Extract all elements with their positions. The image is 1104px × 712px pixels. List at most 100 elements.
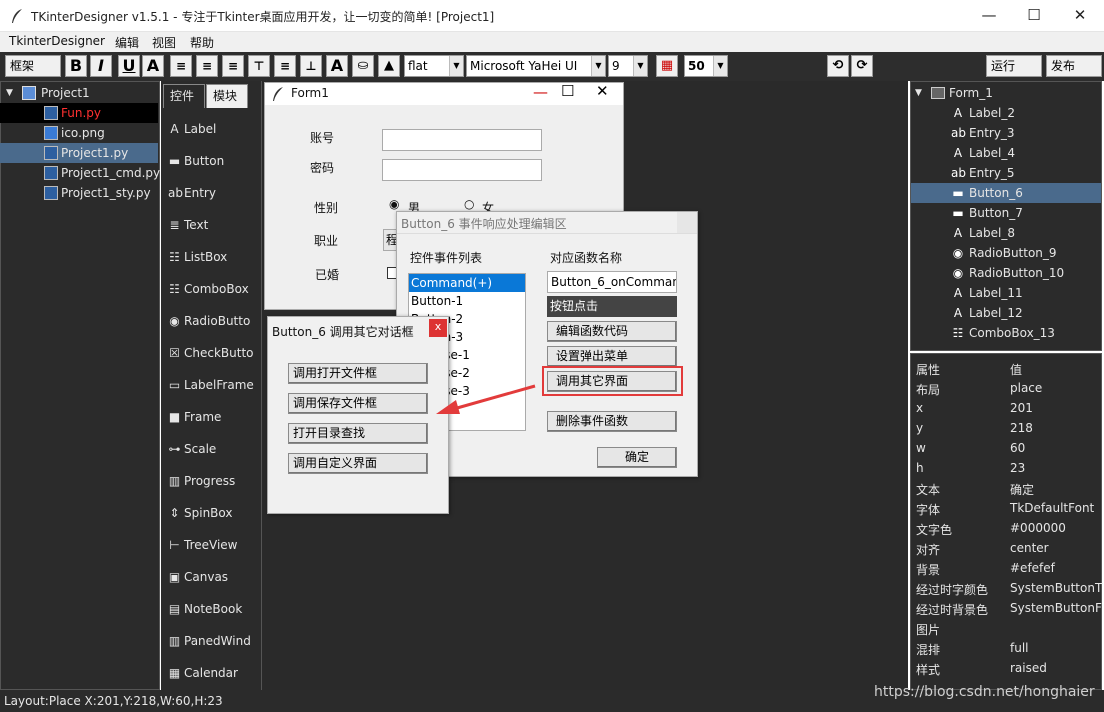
align-right-icon[interactable]: ≡ — [222, 55, 244, 77]
call-dialog-button[interactable]: 调用打开文件框 — [288, 363, 428, 384]
align-left-icon[interactable]: ≡ — [170, 55, 192, 77]
prop-value[interactable]: 确定 — [1010, 481, 1034, 498]
call-other-button[interactable]: 调用其它界面 — [547, 371, 677, 392]
prop-value[interactable]: 23 — [1010, 461, 1025, 475]
form-tree-item[interactable]: A Label_12 — [911, 303, 1101, 323]
form-tree-item[interactable]: ▬ Button_7 — [911, 203, 1101, 223]
tab-controls[interactable]: 控件 — [163, 84, 205, 108]
form-tree-item[interactable]: A Label_8 — [911, 223, 1101, 243]
project-file-item[interactable]: Fun.py — [0, 103, 158, 123]
form-tree-item[interactable]: A Label_11 — [911, 283, 1101, 303]
palette-item-calendar[interactable]: ▦ Calendar — [164, 657, 261, 689]
frame-button[interactable]: 框架 — [5, 55, 61, 77]
project-root[interactable]: ▼ Project1 — [0, 83, 158, 103]
palette-item-button[interactable]: ▬ Button — [164, 145, 261, 177]
menu-edit[interactable]: 编辑 — [115, 34, 139, 51]
palette-item-treeview[interactable]: ⊢ TreeView — [164, 529, 261, 561]
grid-icon[interactable]: ▦ — [656, 55, 678, 77]
paint-bucket-icon[interactable]: ⛀ — [352, 55, 374, 77]
form-tree-item[interactable]: A Label_2 — [911, 103, 1101, 123]
form-tree-item[interactable]: A Label_4 — [911, 143, 1101, 163]
valign-top-icon[interactable]: ⊤ — [248, 55, 270, 77]
font-color-button[interactable]: A — [142, 55, 164, 77]
valign-bottom-icon[interactable]: ⊥ — [300, 55, 322, 77]
maximize-button[interactable]: ☐ — [1011, 0, 1057, 32]
popup-menu-button[interactable]: 设置弹出菜单 — [547, 346, 677, 367]
event-list-item[interactable]: Button-1 — [409, 292, 525, 310]
palette-item-label[interactable]: A Label — [164, 113, 261, 145]
palette-item-progress[interactable]: ▥ Progress — [164, 465, 261, 497]
call-dialog-button[interactable]: 打开目录查找 — [288, 423, 428, 444]
project-file-item[interactable]: Project1.py — [0, 143, 158, 163]
palette-item-frame[interactable]: ■ Frame — [164, 401, 261, 433]
underline-button[interactable]: U — [118, 55, 140, 77]
project-file-item[interactable]: Project1_cmd.py — [0, 163, 160, 183]
maximize-icon[interactable]: ☐ — [561, 82, 574, 100]
align-center-icon[interactable]: ≡ — [196, 55, 218, 77]
menu-tkinterdesigner[interactable]: TkinterDesigner — [9, 34, 105, 48]
close-button[interactable]: ✕ — [1057, 0, 1103, 32]
menu-view[interactable]: 视图 — [152, 34, 176, 51]
close-icon[interactable]: x — [429, 319, 447, 337]
account-input[interactable] — [382, 129, 542, 151]
valign-middle-icon[interactable]: ≡ — [274, 55, 296, 77]
bold-button[interactable]: B — [65, 55, 87, 77]
form-tree-item[interactable]: ☷ ComboBox_13 — [911, 323, 1101, 343]
prop-value[interactable]: TkDefaultFont — [1010, 501, 1094, 515]
prop-value[interactable]: #efefef — [1010, 561, 1055, 575]
form-tree-item[interactable]: ▬ Button_6 — [911, 183, 1101, 203]
project-file-item[interactable]: ico.png — [0, 123, 158, 143]
close-icon[interactable] — [677, 212, 697, 233]
font-size-select[interactable]: 9 ▼ — [608, 55, 648, 77]
palette-item-scale[interactable]: ⊶ Scale — [164, 433, 261, 465]
password-input[interactable] — [382, 159, 542, 181]
prop-value[interactable]: center — [1010, 541, 1049, 555]
menu-help[interactable]: 帮助 — [190, 34, 214, 51]
form-tree-item[interactable]: ab Entry_5 — [911, 163, 1101, 183]
form-tree-item[interactable]: ◉ RadioButton_10 — [911, 263, 1101, 283]
form-tree-root[interactable]: ▼ Form_1 — [911, 83, 1101, 103]
prop-value[interactable]: 60 — [1010, 441, 1025, 455]
palette-item-spinbox[interactable]: ⇕ SpinBox — [164, 497, 261, 529]
prop-value[interactable]: #000000 — [1010, 521, 1066, 535]
delete-func-button[interactable]: 删除事件函数 — [547, 411, 677, 432]
undo-icon[interactable]: ⟲ — [827, 55, 849, 77]
radio-male-icon[interactable]: ◉ — [389, 197, 399, 211]
image-icon[interactable]: ▲ — [378, 55, 400, 77]
tab-modules[interactable]: 模块 — [206, 84, 248, 108]
prop-value[interactable]: 218 — [1010, 421, 1033, 435]
text-color-icon[interactable]: A — [326, 55, 348, 77]
edit-code-button[interactable]: 编辑函数代码 — [547, 321, 677, 342]
minimize-icon[interactable]: — — [533, 83, 548, 101]
publish-button[interactable]: 发布 — [1046, 55, 1102, 77]
call-dialog-button[interactable]: 调用保存文件框 — [288, 393, 428, 414]
run-button[interactable]: 运行 — [986, 55, 1042, 77]
func-name-input[interactable]: Button_6_onCommand — [547, 271, 677, 293]
palette-item-checkbutto[interactable]: ☒ CheckButto — [164, 337, 261, 369]
redo-icon[interactable]: ⟳ — [851, 55, 873, 77]
palette-item-canvas[interactable]: ▣ Canvas — [164, 561, 261, 593]
palette-item-notebook[interactable]: ▤ NoteBook — [164, 593, 261, 625]
call-dialog-button[interactable]: 调用自定义界面 — [288, 453, 428, 474]
prop-value[interactable]: SystemButtonF — [1010, 601, 1102, 615]
radio-female-icon[interactable]: ○ — [464, 197, 474, 211]
font-family-select[interactable]: Microsoft YaHei UI ▼ — [466, 55, 606, 77]
ok-button[interactable]: 确定 — [597, 447, 677, 468]
palette-item-panedwind[interactable]: ▥ PanedWind — [164, 625, 261, 657]
prop-value[interactable]: raised — [1010, 661, 1047, 675]
project-file-item[interactable]: Project1_sty.py — [0, 183, 158, 203]
prop-value[interactable]: full — [1010, 641, 1029, 655]
palette-item-listbox[interactable]: ☷ ListBox — [164, 241, 261, 273]
palette-item-radiobutto[interactable]: ◉ RadioButto — [164, 305, 261, 337]
grid-size-select[interactable]: 50 ▼ — [684, 55, 728, 77]
event-list-item[interactable]: Command(+) — [409, 274, 525, 292]
palette-item-text[interactable]: ≣ Text — [164, 209, 261, 241]
prop-value[interactable]: SystemButtonT — [1010, 581, 1102, 595]
minimize-button[interactable]: — — [966, 0, 1012, 32]
italic-button[interactable]: I — [90, 55, 112, 77]
relief-select[interactable]: flat ▼ — [404, 55, 464, 77]
form-tree-item[interactable]: ab Entry_3 — [911, 123, 1101, 143]
form-tree-item[interactable]: ◉ RadioButton_9 — [911, 243, 1101, 263]
palette-item-combobox[interactable]: ☷ ComboBox — [164, 273, 261, 305]
close-icon[interactable]: ✕ — [596, 82, 609, 100]
